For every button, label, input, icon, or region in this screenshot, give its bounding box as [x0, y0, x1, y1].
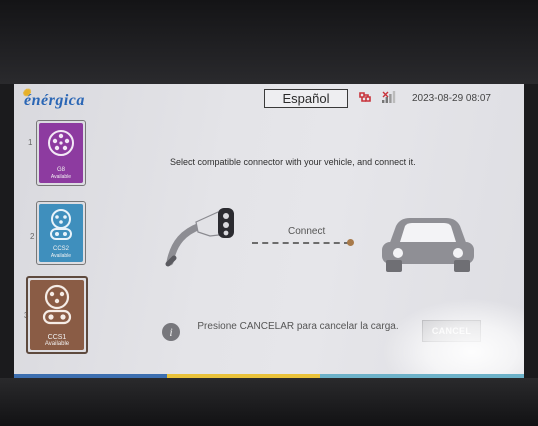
connector-slot-number: 2 [30, 232, 35, 241]
ccs1-plug-icon [42, 284, 72, 325]
cancel-button[interactable]: CANCEL [422, 320, 481, 342]
monitor-bezel-top [0, 0, 538, 84]
ccs2-plug-icon [50, 209, 72, 240]
monitor-bezel-bottom [0, 378, 538, 426]
connect-dashed-line [252, 242, 350, 244]
charging-plug-icon [165, 208, 234, 267]
connector-name: CCS2 [52, 246, 69, 252]
connector-g8[interactable]: G8 Available [36, 120, 86, 186]
connector-ccs2-tile: CCS2 Available [39, 204, 83, 262]
connector-name: G8 [56, 167, 65, 173]
instruction-text: Select compatible connector with your ve… [170, 157, 416, 167]
connector-slot-number: 1 [28, 138, 33, 147]
connector-status: Available [50, 174, 72, 180]
connector-ccs1-tile: CCS1 Available [30, 280, 84, 350]
car-icon [382, 218, 474, 272]
charger-screen: ✺ énérgica Español 2023-08-29 08:07 1 G8 [14, 84, 524, 378]
connect-label: Connect [288, 226, 326, 237]
datetime-readout: 2023-08-29 08:07 [412, 93, 491, 104]
connector-g8-tile: G8 Available [39, 123, 83, 183]
cancel-instruction-text: Presione CANCELAR para cancelar la carga… [197, 321, 399, 332]
connect-endpoint-dot [347, 239, 354, 246]
connector-ccs1[interactable]: CCS1 Available [26, 276, 88, 354]
connector-status: Available [50, 253, 72, 259]
energica-logo: ✺ énérgica [22, 88, 85, 109]
sun-icon: ✺ [22, 88, 31, 99]
connector-name: CCS1 [47, 334, 67, 341]
info-icon: i [162, 323, 180, 341]
signal-strength-icon [382, 91, 396, 103]
connector-status: Available [44, 341, 70, 347]
g8-plug-icon [48, 130, 74, 156]
connector-ccs2[interactable]: CCS2 Available [36, 201, 86, 265]
language-button[interactable]: Español [264, 89, 348, 108]
network-error-icon [359, 92, 371, 102]
